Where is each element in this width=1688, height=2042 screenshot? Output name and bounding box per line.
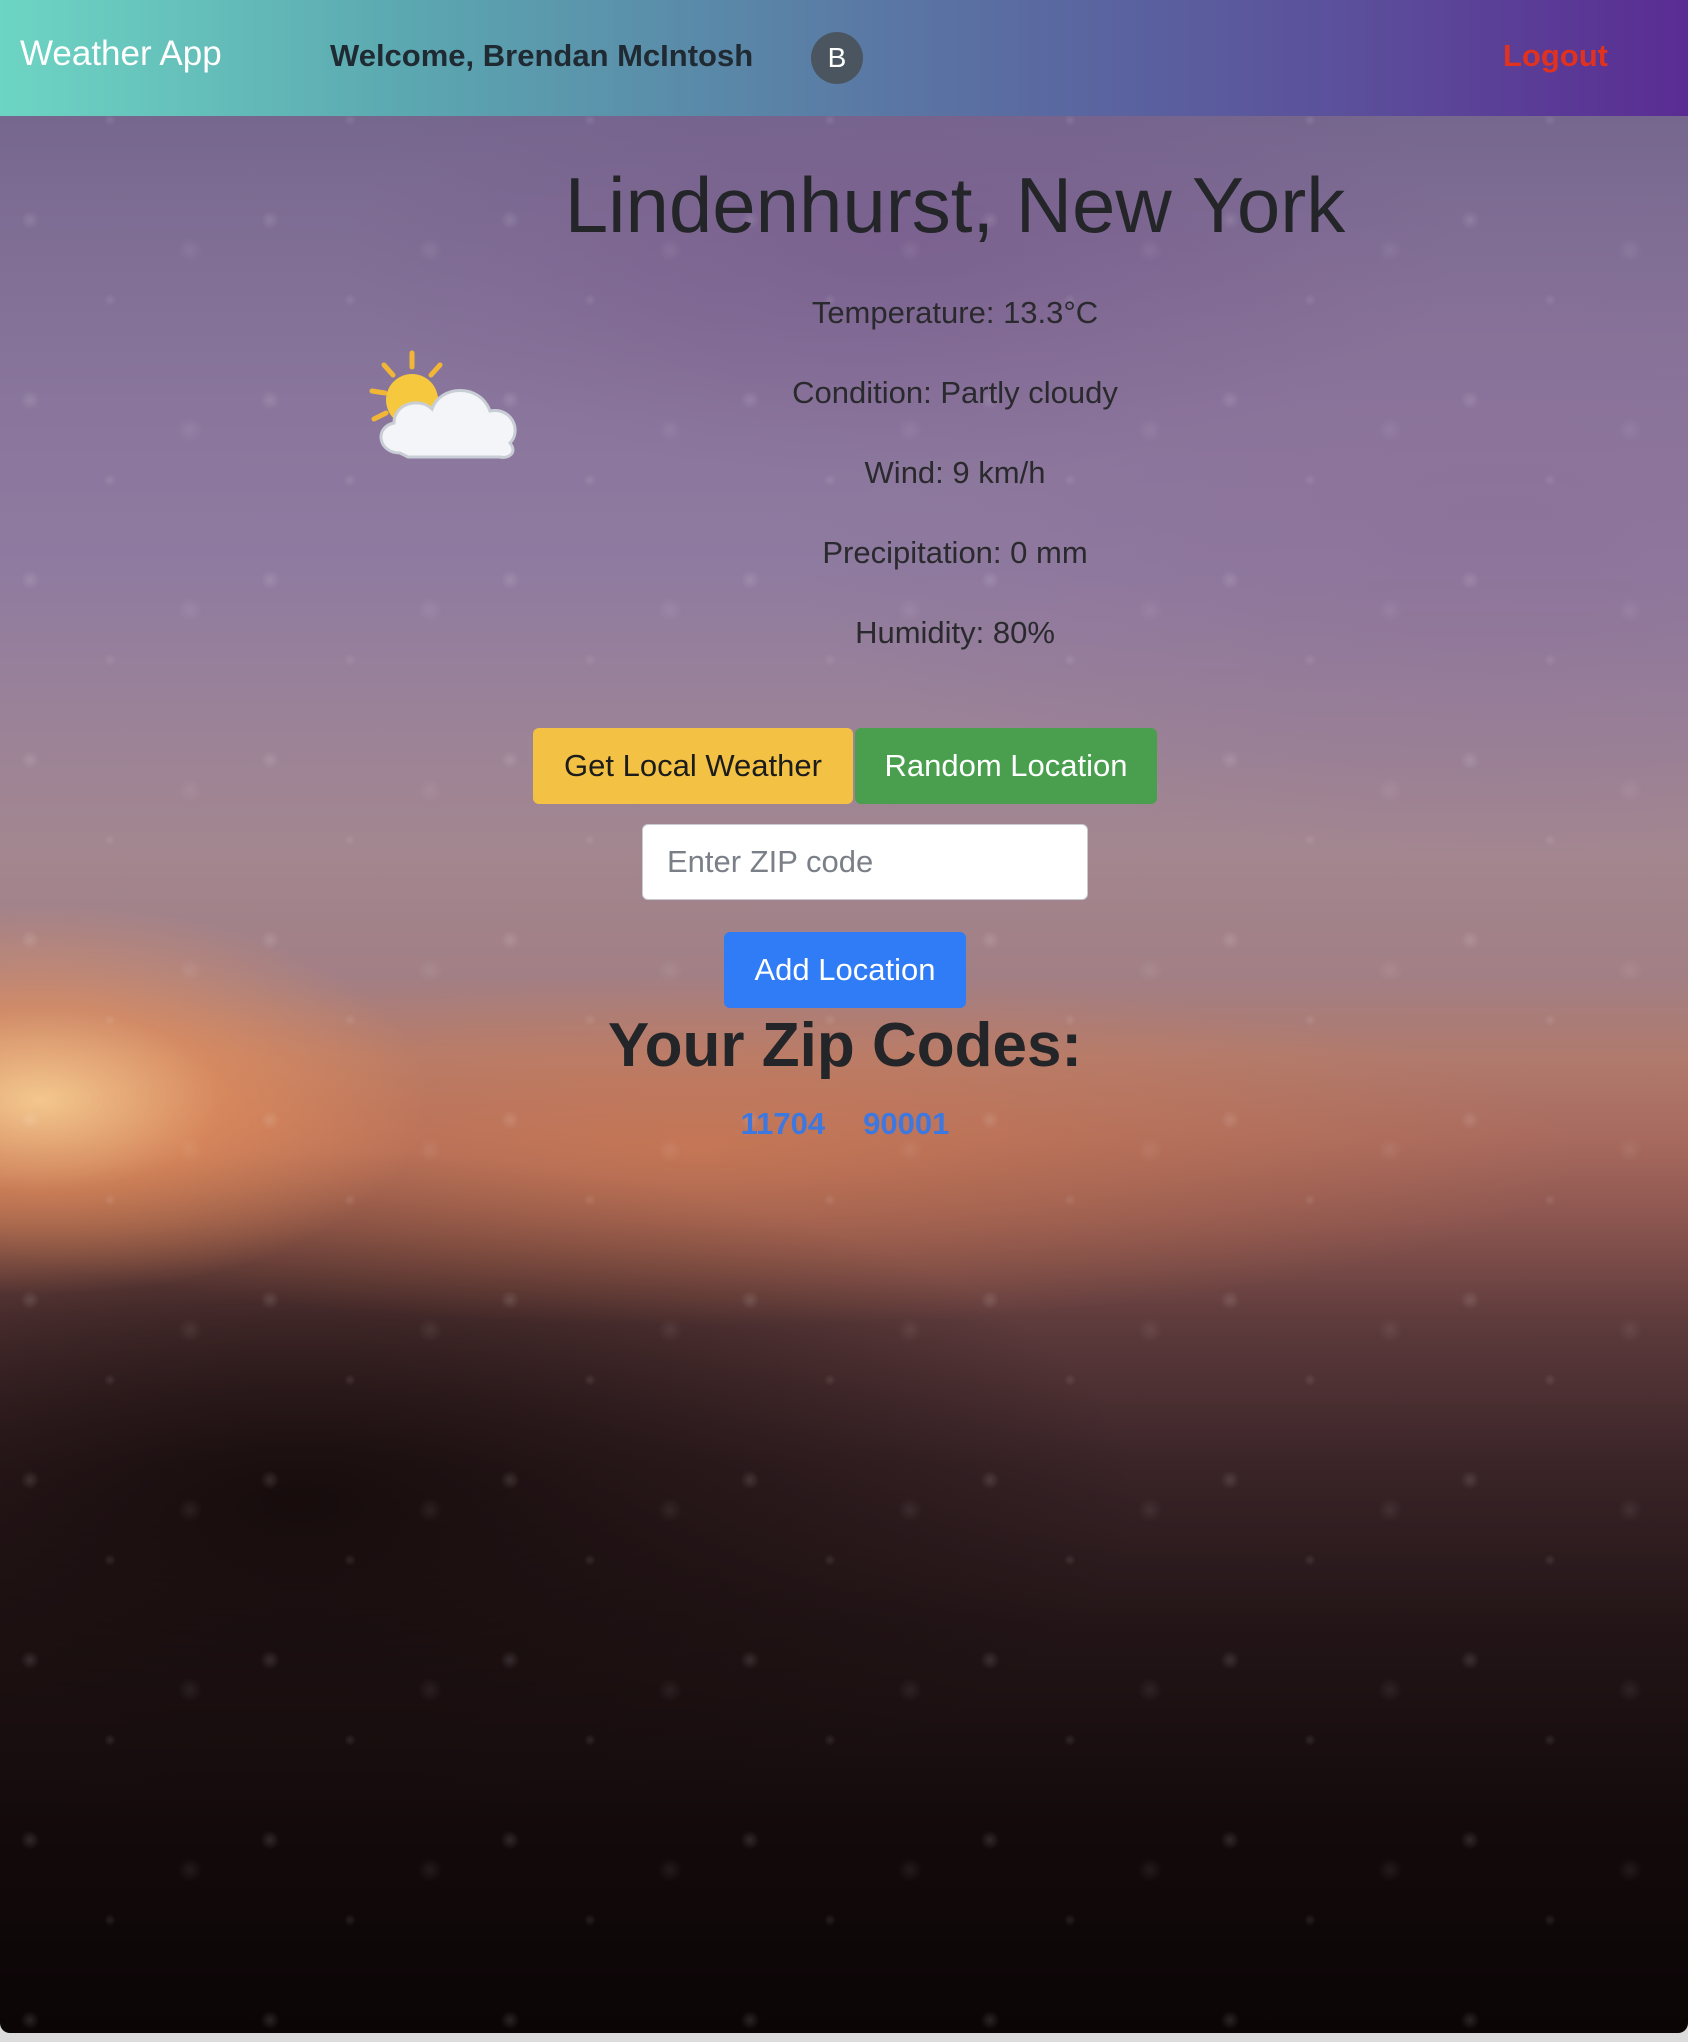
zip-code-link-90001[interactable]: 90001 — [863, 1106, 949, 1142]
temperature-text: Temperature: 13.3°C — [811, 295, 1099, 330]
condition-text: Condition: Partly cloudy — [792, 375, 1118, 410]
zip-code-list: 11704 90001 — [0, 1106, 1688, 1142]
get-local-weather-button[interactable]: Get Local Weather — [533, 728, 853, 804]
logout-button[interactable]: Logout — [1503, 38, 1608, 74]
precipitation-text: Precipitation: 0 mm — [822, 535, 1088, 570]
wind-text: Wind: 9 km/h — [864, 455, 1046, 490]
random-location-button[interactable]: Random Location — [855, 728, 1157, 804]
add-location-button[interactable]: Add Location — [724, 932, 966, 1008]
page-background: Weather App Welcome, Brendan McIntosh B … — [0, 0, 1688, 2033]
zip-code-link-11704[interactable]: 11704 — [741, 1106, 826, 1142]
location-title: Lindenhurst, New York — [564, 161, 1346, 249]
avatar[interactable]: B — [811, 32, 863, 84]
zip-code-input[interactable] — [642, 824, 1088, 900]
zip-codes-heading: Your Zip Codes: — [607, 1011, 1083, 1080]
top-navbar: Weather App Welcome, Brendan McIntosh B … — [0, 0, 1688, 116]
humidity-text: Humidity: 80% — [855, 615, 1055, 650]
app-brand[interactable]: Weather App — [20, 34, 222, 74]
welcome-message: Welcome, Brendan McIntosh — [330, 38, 754, 73]
